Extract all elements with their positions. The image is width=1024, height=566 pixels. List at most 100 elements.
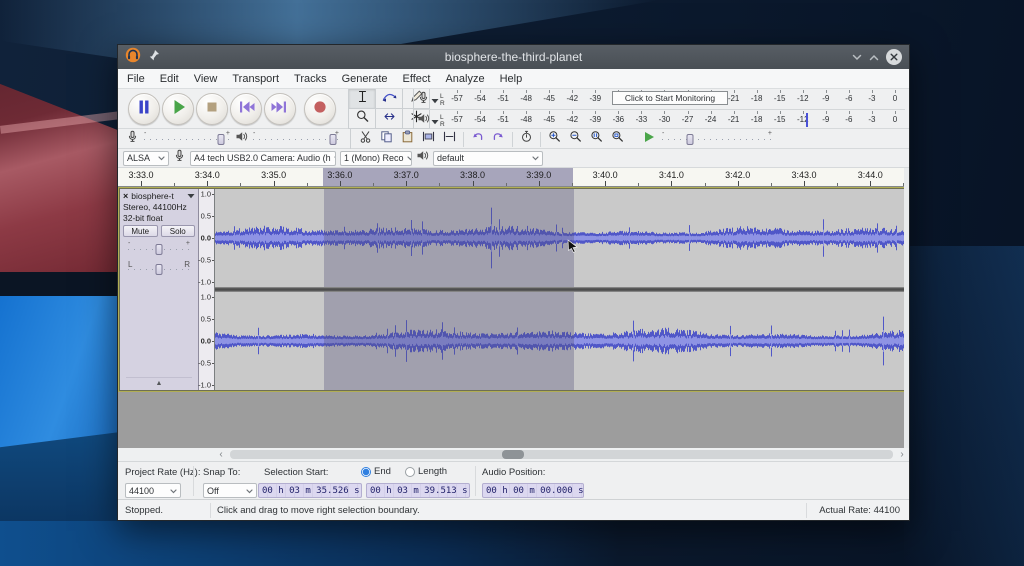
redo-button[interactable] — [488, 131, 509, 148]
play-speed-thumb[interactable] — [686, 134, 693, 145]
timeline-ruler[interactable]: 3:33.03:34.03:35.03:36.03:37.03:38.03:39… — [118, 168, 905, 187]
menu-analyze[interactable]: Analyze — [445, 73, 484, 85]
playback-meter[interactable]: LR-57-54-51-48-45-42-39-36-33-30-27-24-2… — [414, 109, 905, 129]
scrollbar-thumb[interactable] — [502, 450, 524, 459]
selection-end-field[interactable]: 00 h 03 m 39.513 s — [366, 483, 470, 498]
meter-tick-label: -51 — [497, 94, 509, 103]
input-volume-slider[interactable]: -+ — [144, 133, 230, 145]
menu-effect[interactable]: Effect — [403, 73, 431, 85]
click-to-start-monitoring[interactable]: Click to Start Monitoring — [612, 91, 728, 105]
menu-view[interactable]: View — [194, 73, 218, 85]
cut-button[interactable] — [355, 131, 376, 148]
skip-end-button[interactable] — [264, 93, 296, 125]
play-speed-slider[interactable]: -+ — [662, 133, 772, 145]
output-volume-thumb[interactable] — [329, 134, 336, 145]
chevron-down-icon[interactable] — [852, 48, 862, 66]
snap-to-select[interactable]: Off — [203, 483, 257, 498]
paste-button[interactable] — [397, 131, 418, 148]
recording-channels-select[interactable]: 1 (Mono) Reco — [340, 151, 412, 166]
play-at-speed-button[interactable] — [642, 130, 656, 149]
audio-host-select[interactable]: ALSA — [123, 151, 169, 166]
gain-slider[interactable]: - + — [128, 243, 190, 255]
end-radio[interactable]: End — [361, 466, 391, 477]
meter-tick-label: -45 — [543, 115, 555, 124]
silence-audio-button[interactable] — [439, 131, 460, 148]
trim-audio-button[interactable] — [418, 131, 439, 148]
meter-tick-label: -57 — [451, 94, 463, 103]
project-rate-select[interactable]: 44100 — [125, 483, 181, 498]
timeline-label: 3:41.0 — [659, 170, 684, 180]
snap-to-value: Off — [207, 486, 219, 496]
stop-button[interactable] — [196, 93, 228, 125]
play-button[interactable] — [162, 93, 194, 125]
output-volume-slider[interactable]: -+ — [253, 133, 339, 145]
recording-device-select[interactable]: A4 tech USB2.0 Camera: Audio (h — [190, 151, 336, 166]
timeshift-tool-button[interactable] — [376, 109, 403, 129]
titlebar[interactable]: biosphere-the-third-planet — [118, 45, 909, 69]
pan-thumb[interactable] — [156, 264, 163, 275]
meter-tick-label: -48 — [520, 115, 532, 124]
chevron-down-icon — [334, 153, 336, 163]
track-name[interactable]: biosphere-t — [131, 191, 184, 201]
solo-button[interactable]: Solo — [161, 225, 196, 237]
undo-button[interactable] — [467, 131, 488, 148]
audio-position-field[interactable]: 00 h 00 m 00.000 s — [482, 483, 584, 498]
stop-icon — [200, 95, 224, 124]
chevron-down-icon — [407, 153, 412, 163]
menu-tracks[interactable]: Tracks — [294, 73, 327, 85]
zoom-out-button[interactable] — [565, 131, 586, 148]
pan-slider[interactable]: L R — [128, 263, 190, 275]
record-button[interactable] — [304, 93, 336, 125]
chevron-up-icon[interactable] — [869, 48, 879, 66]
track-close-button[interactable]: × — [123, 191, 128, 201]
selection-start-field[interactable]: 00 h 03 m 35.526 s — [258, 483, 362, 498]
mute-button[interactable]: Mute — [123, 225, 158, 237]
length-radio[interactable]: Length — [405, 466, 447, 477]
timeline-label: 3:37.0 — [394, 170, 419, 180]
meter-tick-label: -27 — [682, 115, 694, 124]
menu-transport[interactable]: Transport — [232, 73, 279, 85]
waveform-channel-left[interactable] — [215, 189, 905, 287]
radio-selected-icon — [361, 467, 371, 477]
fit-selection-button[interactable] — [586, 131, 607, 148]
close-button[interactable] — [886, 49, 902, 65]
selection-toolbar: Project Rate (Hz): 44100 Snap To: Off Se… — [118, 461, 909, 499]
recording-meter[interactable]: LR-57-54-51-48-45-42-39-36-33-30-27-24-2… — [414, 89, 905, 109]
timeline-label: 3:33.0 — [128, 170, 153, 180]
track-menu-arrow-icon[interactable] — [187, 191, 195, 201]
input-volume-thumb[interactable] — [218, 134, 225, 145]
waveform-selection[interactable] — [324, 189, 574, 287]
meter-tick-label: -42 — [566, 94, 578, 103]
track-collapse-button[interactable]: ▲ — [126, 377, 192, 388]
meter-tick-label: -9 — [822, 94, 829, 103]
silence-audio-icon — [443, 130, 456, 148]
waveform-channel-right[interactable] — [215, 292, 905, 390]
menu-generate[interactable]: Generate — [342, 73, 388, 85]
copy-button[interactable] — [376, 131, 397, 148]
fit-project-button[interactable] — [607, 131, 628, 148]
pin-icon[interactable] — [148, 48, 160, 66]
sync-lock-button[interactable] — [516, 131, 537, 148]
mic-icon — [126, 130, 139, 148]
meter-tick-label: -6 — [845, 94, 852, 103]
menu-help[interactable]: Help — [500, 73, 523, 85]
envelope-tool-button[interactable] — [376, 89, 403, 109]
selection-tool-button[interactable] — [349, 89, 376, 109]
skip-start-button[interactable] — [230, 93, 262, 125]
zoom-tool-button[interactable] — [349, 109, 376, 129]
menu-file[interactable]: File — [127, 73, 145, 85]
toolbar-top: LR-57-54-51-48-45-42-39-36-33-30-27-24-2… — [118, 89, 909, 129]
vertical-scrollbar[interactable] — [904, 168, 909, 448]
playback-device-select[interactable]: default — [433, 151, 543, 166]
scrollbar-trough[interactable] — [230, 450, 893, 459]
pause-button[interactable] — [128, 93, 160, 125]
waveform-selection[interactable] — [324, 292, 574, 390]
zoom-in-button[interactable] — [544, 131, 565, 148]
sync-lock-icon — [520, 130, 533, 148]
scroll-right-icon[interactable]: › — [895, 448, 909, 461]
mouse-cursor-icon — [567, 239, 581, 258]
menu-edit[interactable]: Edit — [160, 73, 179, 85]
horizontal-scrollbar[interactable]: ‹ › — [118, 448, 909, 461]
gain-thumb[interactable] — [156, 244, 163, 255]
scroll-left-icon[interactable]: ‹ — [214, 448, 228, 461]
